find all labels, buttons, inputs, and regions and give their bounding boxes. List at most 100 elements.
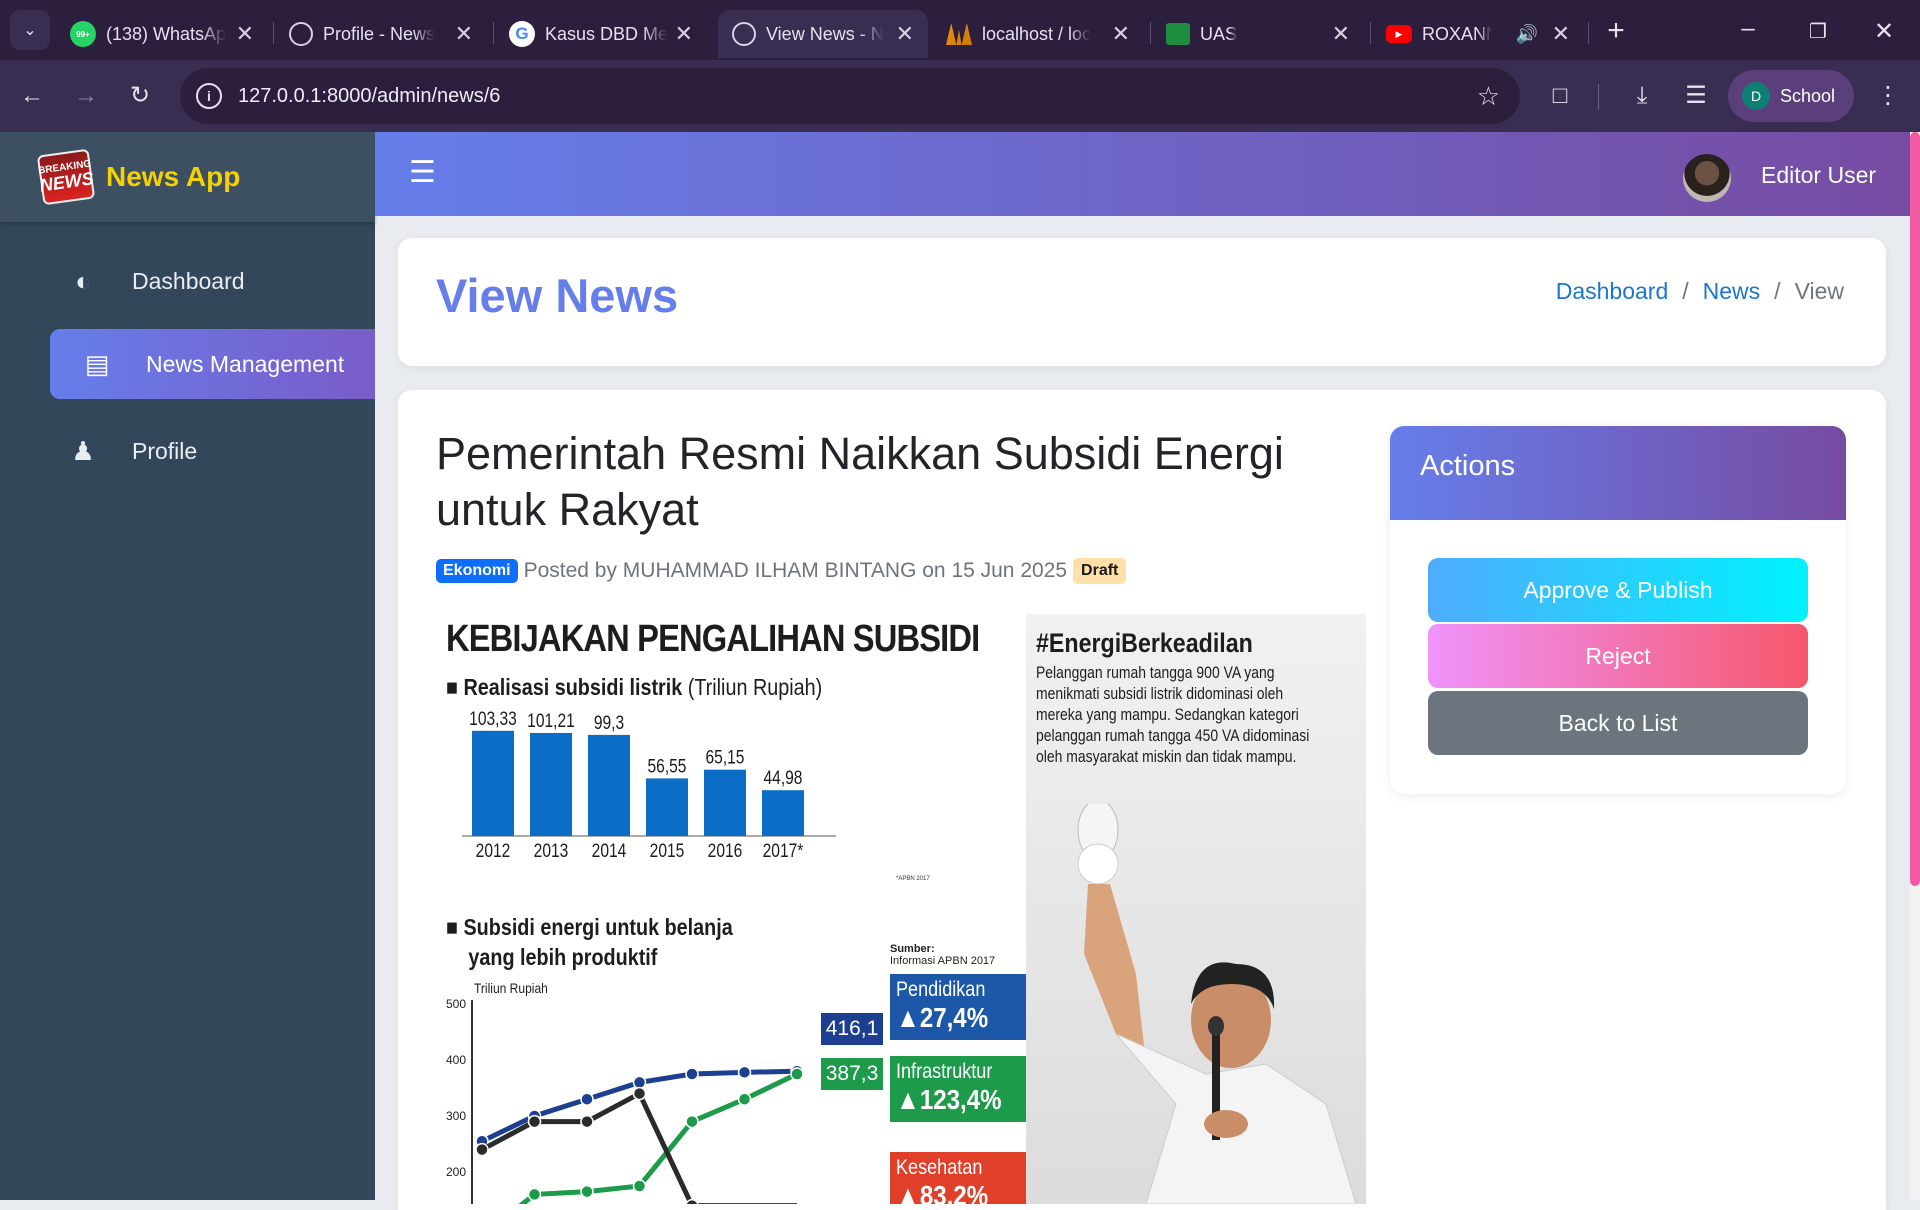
tab-title: Kasus DBD Me xyxy=(545,23,669,44)
tab-title: Profile - News xyxy=(323,23,436,44)
sidebar-item-news-management[interactable]: ▤ News Management xyxy=(50,329,375,399)
browser-tab-youtube[interactable]: ▶ ROXANNE 🔊 ✕ xyxy=(1372,10,1584,58)
url-text[interactable]: 127.0.0.1:8000/admin/news/6 xyxy=(238,85,500,108)
reject-button[interactable]: Reject xyxy=(1428,624,1808,688)
tab-title: UAS xyxy=(1200,23,1238,44)
browser-tab-uas[interactable]: UAS ✕ xyxy=(1152,10,1364,58)
browser-tab-profile[interactable]: Profile - News ✕ xyxy=(275,10,487,58)
bar-value-label: 101,21 xyxy=(527,709,575,731)
menu-kebab-icon[interactable]: ⋮ xyxy=(1868,76,1908,116)
page-scrollbar-thumb[interactable] xyxy=(1910,132,1920,886)
series-point xyxy=(632,1075,647,1090)
download-icon[interactable]: ⤓ xyxy=(1622,76,1662,116)
close-tab-icon[interactable]: ✕ xyxy=(1552,21,1570,47)
series-point xyxy=(527,1187,542,1202)
back-to-list-button[interactable]: Back to List xyxy=(1428,691,1808,755)
profile-name: School xyxy=(1780,85,1836,106)
sidebar-item-label: Dashboard xyxy=(132,267,245,294)
close-tab-icon[interactable]: ✕ xyxy=(896,21,914,47)
caption-line: oleh masyarakat miskin dan tidak mampu. xyxy=(1036,747,1297,766)
browser-tab-view-news[interactable]: View News - N ✕ xyxy=(718,10,928,58)
actions-title: Actions xyxy=(1390,426,1846,520)
bar-value-label: 103,33 xyxy=(469,707,517,729)
stat-box-label: Pendidikan xyxy=(896,978,986,1001)
site-info-icon[interactable]: i xyxy=(196,83,222,109)
article-title: Pemerintah Resmi Naikkan Subsidi Energi … xyxy=(436,428,1284,535)
speaker-icon[interactable]: 🔊 xyxy=(1516,24,1538,45)
user-avatar[interactable] xyxy=(1683,154,1731,202)
page-title: View News xyxy=(436,269,679,322)
y-tick-label: 300 xyxy=(446,1109,466,1123)
close-tab-icon[interactable]: ✕ xyxy=(1332,21,1350,47)
tab-separator xyxy=(1370,22,1371,44)
close-tab-icon[interactable]: ✕ xyxy=(1112,21,1130,47)
page-header-card: View News Dashboard / News / View xyxy=(398,238,1886,366)
media-queue-icon[interactable]: ☰ xyxy=(1676,76,1716,116)
back-arrow-icon[interactable]: ← xyxy=(12,76,52,116)
bar-2015 xyxy=(646,778,688,836)
google-icon: G xyxy=(509,21,535,47)
caption-line: Pelanggan rumah tangga 900 VA yang xyxy=(1036,663,1275,682)
sidebar-item-dashboard[interactable]: ◐ Dashboard xyxy=(48,246,373,316)
close-tab-icon[interactable]: ✕ xyxy=(675,21,693,47)
restore-button[interactable]: ❐ xyxy=(1796,12,1840,52)
bar-2017* xyxy=(762,790,804,836)
line-chart-title-2: yang lebih produktif xyxy=(468,944,658,970)
minister-photo: #EnergiBerkeadilan Pelanggan rumah tangg… xyxy=(1026,614,1366,1204)
bar-chart: 103,33 2012 101,21 2013 99,3 2014 56,55 2015 65,… xyxy=(462,707,836,862)
series-point xyxy=(737,1065,752,1080)
classroom-icon xyxy=(1166,23,1190,45)
bar-value-label: 56,55 xyxy=(648,755,687,777)
user-name[interactable]: Editor User xyxy=(1761,162,1876,189)
line-end-label-1: 416,1 xyxy=(821,1013,883,1045)
sidebar-item-profile[interactable]: ♟ Profile xyxy=(48,416,373,486)
status-badge: Draft xyxy=(1073,558,1127,584)
actions-panel: Actions Approve & Publish Reject Back to… xyxy=(1390,426,1846,794)
new-tab-button[interactable]: + xyxy=(1596,12,1636,52)
infographic-title: KEBIJAKAN PENGALIHAN SUBSIDI xyxy=(446,618,980,660)
brand[interactable]: BREAKING NEWS News App xyxy=(0,132,375,222)
browser-tab-google[interactable]: G Kasus DBD Me ✕ xyxy=(495,10,707,58)
bar-category-label: 2014 xyxy=(592,840,627,862)
forward-arrow-icon[interactable]: → xyxy=(66,76,106,116)
extensions-icon[interactable]: □ xyxy=(1540,76,1580,116)
bookmark-star-icon[interactable]: ☆ xyxy=(1477,81,1500,112)
breadcrumb-separator: / xyxy=(1682,278,1689,304)
browser-tab-whatsapp[interactable]: 99+ (138) WhatsAp ✕ xyxy=(56,10,268,58)
browser-profile-chip[interactable]: D School xyxy=(1728,70,1854,122)
close-tab-icon[interactable]: ✕ xyxy=(455,21,473,47)
browser-tab-phpmyadmin[interactable]: localhost / loc ✕ xyxy=(932,10,1144,58)
breadcrumb-news[interactable]: News xyxy=(1703,278,1761,305)
caption-line: pelanggan rumah tangga 450 VA didominasi xyxy=(1036,726,1310,745)
source-label: Sumber: xyxy=(890,943,935,955)
bar-2013 xyxy=(530,732,572,836)
tab-search-button[interactable]: ⌄ xyxy=(10,10,50,50)
whatsapp-icon: 99+ xyxy=(70,21,96,47)
sidebar-item-label: News Management xyxy=(146,350,345,377)
stat-box-value: ▲27,4% xyxy=(896,1002,989,1033)
address-bar[interactable]: i 127.0.0.1:8000/admin/news/6 ☆ xyxy=(180,68,1520,124)
breadcrumb-dashboard[interactable]: Dashboard xyxy=(1556,278,1669,305)
sidebar-item-label: Profile xyxy=(132,437,198,464)
minimize-button[interactable]: – xyxy=(1726,12,1770,52)
close-window-button[interactable]: ✕ xyxy=(1862,12,1906,52)
reload-icon[interactable]: ↻ xyxy=(120,76,160,116)
article-image: KEBIJAKAN PENGALIHAN SUBSIDI ■ Realisasi… xyxy=(436,614,1366,1204)
y-tick-label: 200 xyxy=(446,1165,466,1179)
browser-tab-bar: ⌄ 99+ (138) WhatsAp ✕ Profile - News ✕ G… xyxy=(0,0,1920,60)
source-text: Informasi APBN 2017 xyxy=(890,955,996,967)
source-note: Sumber: Informasi APBN 2017 xyxy=(890,943,995,967)
hamburger-menu-icon[interactable]: ☰ xyxy=(409,158,436,188)
series-point xyxy=(580,1184,594,1199)
approve-publish-button[interactable]: Approve & Publish xyxy=(1428,558,1808,622)
stat-box-label: Kesehatan xyxy=(896,1156,983,1179)
brand-name: News App xyxy=(106,161,241,192)
close-tab-icon[interactable]: ✕ xyxy=(236,21,254,47)
brand-logo: BREAKING NEWS xyxy=(36,148,96,206)
user-icon: ♟ xyxy=(71,435,95,466)
breadcrumb-current: View xyxy=(1794,278,1844,304)
stat-box-value: ▲83,2% xyxy=(896,1180,989,1204)
series-point xyxy=(790,1067,804,1081)
bar-chart-unit: (Triliun Rupiah) xyxy=(687,674,823,700)
line-end-label-2: 387,3 xyxy=(821,1058,883,1090)
